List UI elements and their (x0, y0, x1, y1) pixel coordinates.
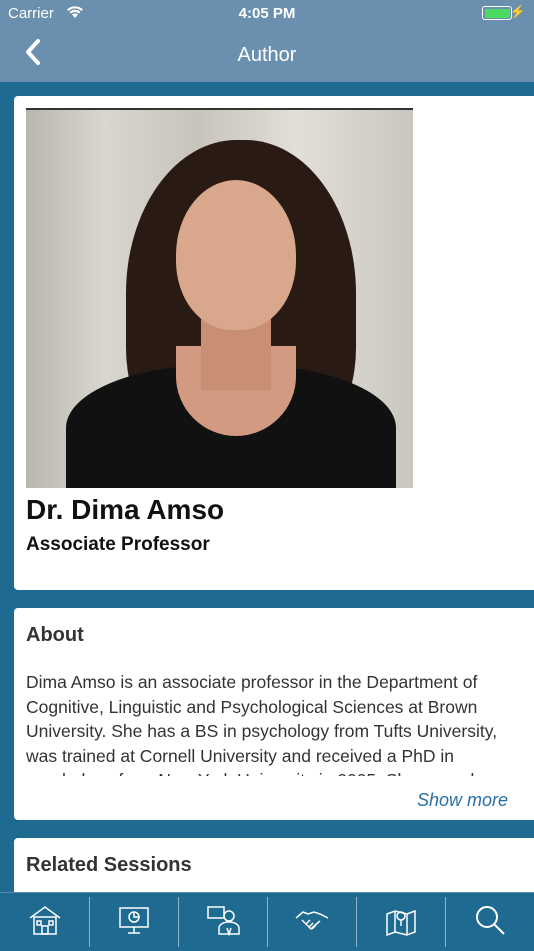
map-icon (383, 904, 419, 941)
tab-bar (0, 892, 534, 951)
charging-icon: ⚡ (509, 4, 526, 19)
tab-sponsors[interactable] (267, 893, 356, 951)
navigation-bar: Author (0, 28, 534, 82)
page-title: Author (237, 44, 297, 66)
tab-home[interactable] (0, 893, 89, 951)
show-more-link[interactable]: Show more (417, 790, 508, 811)
about-text: Dima Amso is an associate professor in t… (26, 672, 499, 776)
search-icon (472, 904, 508, 941)
author-photo (26, 108, 413, 488)
about-heading: About (26, 624, 84, 646)
profile-card: Dr. Dima Amso Associate Professor (14, 96, 534, 590)
author-name: Dr. Dima Amso (26, 494, 225, 525)
tab-map[interactable] (356, 893, 445, 951)
tab-sessions[interactable] (89, 893, 178, 951)
battery-icon (482, 6, 512, 20)
author-role: Associate Professor (26, 534, 210, 555)
handshake-icon (294, 904, 330, 941)
about-card: About Dima Amso is an associate professo… (14, 608, 534, 820)
related-sessions-heading: Related Sessions (26, 854, 192, 876)
status-bar: Carrier 4:05 PM ⚡ (0, 0, 534, 28)
presentation-icon (116, 904, 152, 941)
related-sessions-card: Related Sessions (14, 838, 534, 898)
tab-speakers[interactable] (178, 893, 267, 951)
home-icon (27, 904, 63, 941)
speaker-icon (205, 904, 241, 941)
tab-search[interactable] (445, 893, 534, 951)
clock: 4:05 PM (238, 5, 296, 22)
